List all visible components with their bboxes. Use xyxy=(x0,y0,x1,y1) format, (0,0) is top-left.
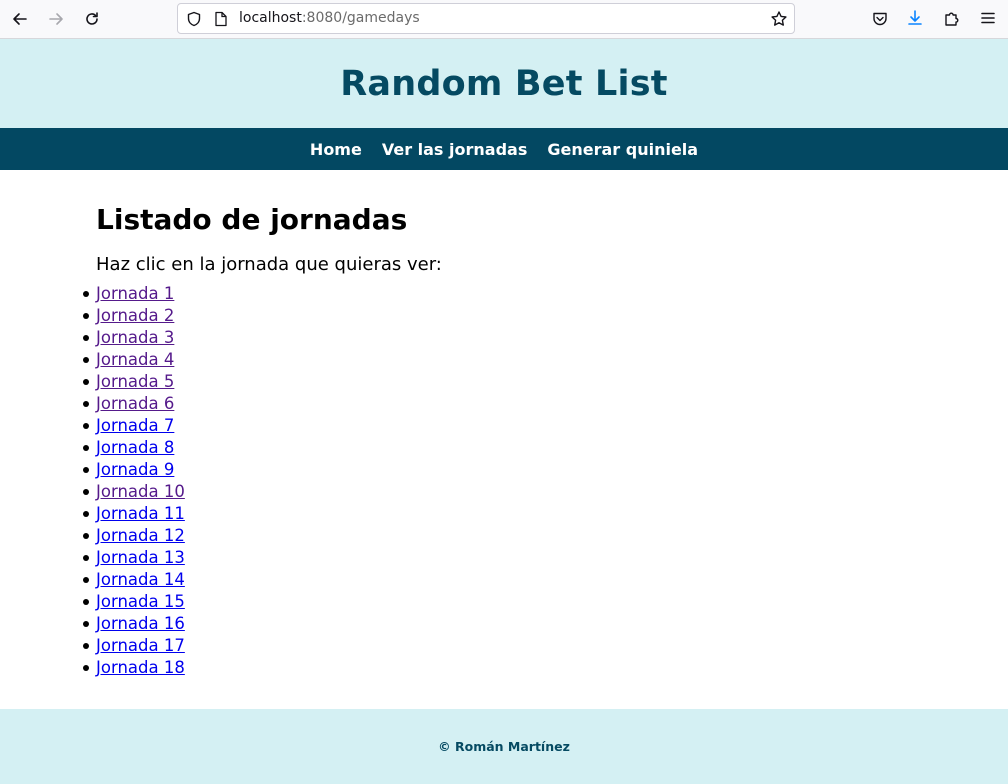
list-item: Jornada 4 xyxy=(83,349,185,371)
nav-home-link[interactable]: Home xyxy=(310,140,362,159)
list-item: Jornada 13 xyxy=(83,547,185,569)
gameday-link[interactable]: Jornada 8 xyxy=(96,438,174,457)
list-item: Jornada 15 xyxy=(83,591,185,613)
nav-gamedays-link[interactable]: Ver las jornadas xyxy=(382,140,528,159)
gameday-list: Jornada 1 Jornada 2 Jornada 3 Jornada 4 Jorn… xyxy=(83,283,185,679)
gameday-link[interactable]: Jornada 2 xyxy=(96,306,174,325)
list-item: Jornada 3 xyxy=(83,327,185,349)
list-item: Jornada 11 xyxy=(83,503,185,525)
forward-button[interactable] xyxy=(43,7,69,31)
footer-copyright: © Román Martínez xyxy=(438,739,570,754)
url-bar[interactable]: localhost:8080/gamedays xyxy=(177,3,795,34)
bookmark-star-icon[interactable] xyxy=(770,10,788,28)
page-icon[interactable] xyxy=(214,11,228,27)
site-title: Random Bet List xyxy=(340,63,668,104)
gameday-link[interactable]: Jornada 3 xyxy=(96,328,174,347)
download-icon[interactable] xyxy=(906,9,924,27)
list-item: Jornada 2 xyxy=(83,305,185,327)
arrow-right-icon xyxy=(49,13,63,25)
gameday-link[interactable]: Jornada 11 xyxy=(96,504,185,523)
url-path: :8080/gamedays xyxy=(301,10,420,26)
gameday-link[interactable]: Jornada 15 xyxy=(96,592,185,611)
url-host: localhost xyxy=(239,10,302,26)
list-item: Jornada 18 xyxy=(83,657,185,679)
site-footer: © Román Martínez xyxy=(0,709,1008,784)
list-item: Jornada 9 xyxy=(83,459,185,481)
gameday-link[interactable]: Jornada 5 xyxy=(96,372,174,391)
list-item: Jornada 16 xyxy=(83,613,185,635)
nav-generate-link[interactable]: Generar quiniela xyxy=(547,140,698,159)
main-navigation: Home Ver las jornadas Generar quiniela xyxy=(0,128,1008,170)
list-item: Jornada 8 xyxy=(83,437,185,459)
url-text[interactable]: localhost:8080/gamedays xyxy=(239,4,420,33)
reload-icon xyxy=(86,12,98,25)
page-title: Listado de jornadas xyxy=(96,203,408,236)
gameday-link[interactable]: Jornada 6 xyxy=(96,394,174,413)
menu-icon[interactable] xyxy=(979,9,997,27)
list-item: Jornada 10 xyxy=(83,481,185,503)
browser-toolbar: localhost:8080/gamedays xyxy=(0,0,1008,39)
gameday-link[interactable]: Jornada 14 xyxy=(96,570,185,589)
reload-button[interactable] xyxy=(79,7,105,31)
main-content: Listado de jornadas Haz clic en la jorna… xyxy=(96,200,916,278)
list-item: Jornada 14 xyxy=(83,569,185,591)
list-item: Jornada 12 xyxy=(83,525,185,547)
gameday-link[interactable]: Jornada 18 xyxy=(96,658,185,677)
shield-icon[interactable] xyxy=(186,11,202,27)
site-header: Random Bet List xyxy=(0,39,1008,128)
gameday-link[interactable]: Jornada 10 xyxy=(96,482,185,501)
gameday-link[interactable]: Jornada 17 xyxy=(96,636,185,655)
gameday-link[interactable]: Jornada 4 xyxy=(96,350,174,369)
pocket-icon[interactable] xyxy=(871,10,889,28)
intro-text: Haz clic en la jornada que quieras ver: xyxy=(96,254,442,275)
list-item: Jornada 6 xyxy=(83,393,185,415)
extensions-icon[interactable] xyxy=(943,9,961,27)
gameday-link[interactable]: Jornada 16 xyxy=(96,614,185,633)
list-item: Jornada 7 xyxy=(83,415,185,437)
arrow-left-icon xyxy=(13,13,27,25)
gameday-link[interactable]: Jornada 12 xyxy=(96,526,185,545)
back-button[interactable] xyxy=(7,7,33,31)
list-item: Jornada 1 xyxy=(83,283,185,305)
gameday-link[interactable]: Jornada 13 xyxy=(96,548,185,567)
list-item: Jornada 5 xyxy=(83,371,185,393)
gameday-link[interactable]: Jornada 9 xyxy=(96,460,174,479)
list-item: Jornada 17 xyxy=(83,635,185,657)
gameday-link[interactable]: Jornada 7 xyxy=(96,416,174,435)
gameday-link[interactable]: Jornada 1 xyxy=(96,284,174,303)
